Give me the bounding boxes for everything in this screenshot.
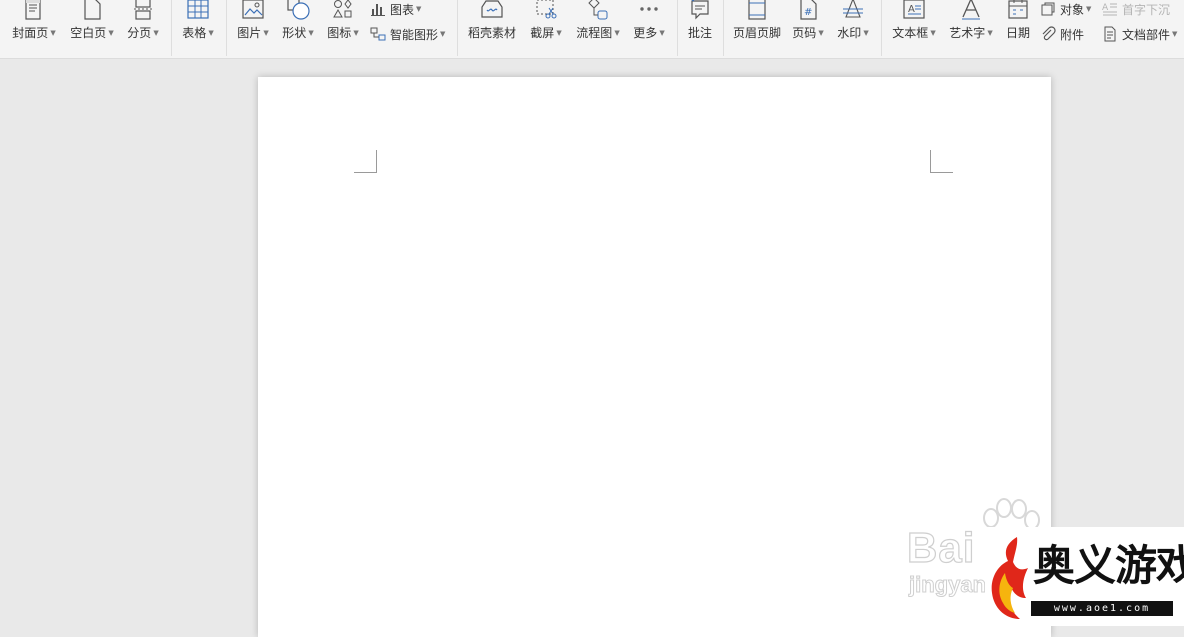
chart-button[interactable]: 图表 ▼	[370, 0, 421, 18]
header-footer-label: 页眉页脚	[732, 26, 781, 40]
paperclip-icon	[1040, 26, 1056, 42]
separator	[677, 0, 678, 56]
watermark-button[interactable]: 水印 ▼	[834, 0, 872, 58]
margin-marker-top-right	[930, 150, 953, 173]
icon-library-label: 图标	[327, 26, 352, 40]
screenshot-icon	[533, 0, 559, 22]
screenshot-button[interactable]: 截屏 ▼	[528, 0, 564, 58]
smart-art-label: 智能图形	[390, 27, 439, 42]
calendar-icon	[1005, 0, 1031, 22]
drop-cap-label: 首字下沉	[1122, 2, 1171, 17]
object-label: 对象	[1060, 2, 1085, 17]
text-box-icon: A	[901, 0, 927, 22]
doc-parts-label: 文档部件	[1122, 27, 1171, 42]
cover-page-label: 封面页	[12, 26, 49, 40]
doc-parts-button[interactable]: 文档部件 ▼	[1102, 25, 1177, 43]
blank-page-icon	[79, 0, 105, 22]
separator	[723, 0, 724, 56]
flowchart-icon	[585, 0, 611, 22]
docer-material-icon	[479, 0, 505, 22]
shape-label: 形状	[282, 26, 307, 40]
page-break-label: 分页	[127, 26, 152, 40]
screenshot-label: 截屏	[530, 26, 555, 40]
separator	[226, 0, 227, 56]
site-logo: 奥义游戏网 www.aoe1.com	[985, 527, 1184, 626]
date-label: 日期	[1005, 26, 1030, 40]
table-icon	[185, 0, 211, 22]
baidu-watermark-text: Bai	[906, 523, 976, 571]
comment-button[interactable]: 批注	[685, 0, 715, 58]
site-logo-url: www.aoe1.com	[1031, 601, 1173, 616]
word-art-icon	[958, 0, 984, 22]
shape-button[interactable]: 形状 ▼	[279, 0, 317, 58]
page-number-icon: #	[795, 0, 821, 22]
chart-label: 图表	[390, 2, 415, 17]
icon-library-icon	[330, 0, 356, 22]
flame-emblem-icon	[991, 537, 1028, 619]
comment-icon	[687, 0, 713, 22]
word-art-button[interactable]: 艺术字 ▼	[947, 0, 995, 58]
docer-material-button[interactable]: 稻壳素材	[466, 0, 518, 58]
attachment-button[interactable]: 附件	[1040, 25, 1084, 43]
word-art-label: 艺术字	[949, 26, 986, 40]
comment-label: 批注	[687, 26, 712, 40]
picture-button[interactable]: 图片 ▼	[234, 0, 272, 58]
attachment-label: 附件	[1060, 27, 1085, 42]
page-break-icon	[130, 0, 156, 22]
cover-page-button[interactable]: 封面页 ▼	[11, 0, 57, 58]
chart-icon	[370, 1, 386, 17]
drop-cap-button[interactable]: A 首字下沉	[1102, 0, 1170, 18]
doc-parts-icon	[1102, 26, 1118, 42]
smart-art-icon	[370, 26, 386, 42]
svg-text:#: #	[804, 7, 812, 18]
page-number-button[interactable]: # 页码 ▼	[789, 0, 827, 58]
page-number-label: 页码	[792, 26, 817, 40]
object-button[interactable]: 对象 ▼	[1040, 0, 1091, 18]
margin-marker-top-left	[354, 150, 377, 173]
picture-label: 图片	[237, 26, 262, 40]
site-logo-name: 奥义游戏网	[1033, 541, 1184, 590]
flowchart-label: 流程图	[576, 26, 613, 40]
icon-library-button[interactable]: 图标 ▼	[325, 0, 361, 58]
jingyan-watermark-text: jingyan	[908, 572, 987, 598]
table-button[interactable]: 表格 ▼	[179, 0, 217, 58]
more-label: 更多	[633, 26, 658, 40]
watermark-icon	[840, 0, 866, 22]
header-footer-button[interactable]: 页眉页脚	[731, 0, 783, 58]
text-box-button[interactable]: A 文本框 ▼	[890, 0, 938, 58]
docer-material-label: 稻壳素材	[467, 26, 516, 40]
header-footer-icon	[744, 0, 770, 22]
separator	[171, 0, 172, 56]
svg-text:A: A	[908, 4, 915, 15]
flowchart-button[interactable]: 流程图 ▼	[574, 0, 622, 58]
more-icon	[636, 0, 662, 22]
table-label: 表格	[182, 26, 207, 40]
separator	[457, 0, 458, 56]
picture-icon	[240, 0, 266, 22]
watermark-label: 水印	[837, 26, 862, 40]
separator	[881, 0, 882, 56]
object-icon	[1040, 1, 1056, 17]
more-button[interactable]: 更多 ▼	[631, 0, 667, 58]
blank-page-button[interactable]: 空白页 ▼	[68, 0, 116, 58]
blank-page-label: 空白页	[70, 26, 107, 40]
cover-page-icon	[21, 0, 47, 22]
drop-cap-icon: A	[1102, 1, 1118, 17]
insert-ribbon: 封面页 ▼ 空白页 ▼ 分页 ▼ 表格 ▼ 图片 ▼ 形状 ▼ 图标 ▼ 图表 ▼ 智能图形 ▼ …	[0, 0, 1184, 59]
smart-art-button[interactable]: 智能图形 ▼	[370, 25, 445, 43]
page-break-button[interactable]: 分页 ▼	[125, 0, 161, 58]
date-button[interactable]: 日期	[1003, 0, 1033, 58]
shape-icon	[285, 0, 311, 22]
text-box-label: 文本框	[892, 26, 929, 40]
